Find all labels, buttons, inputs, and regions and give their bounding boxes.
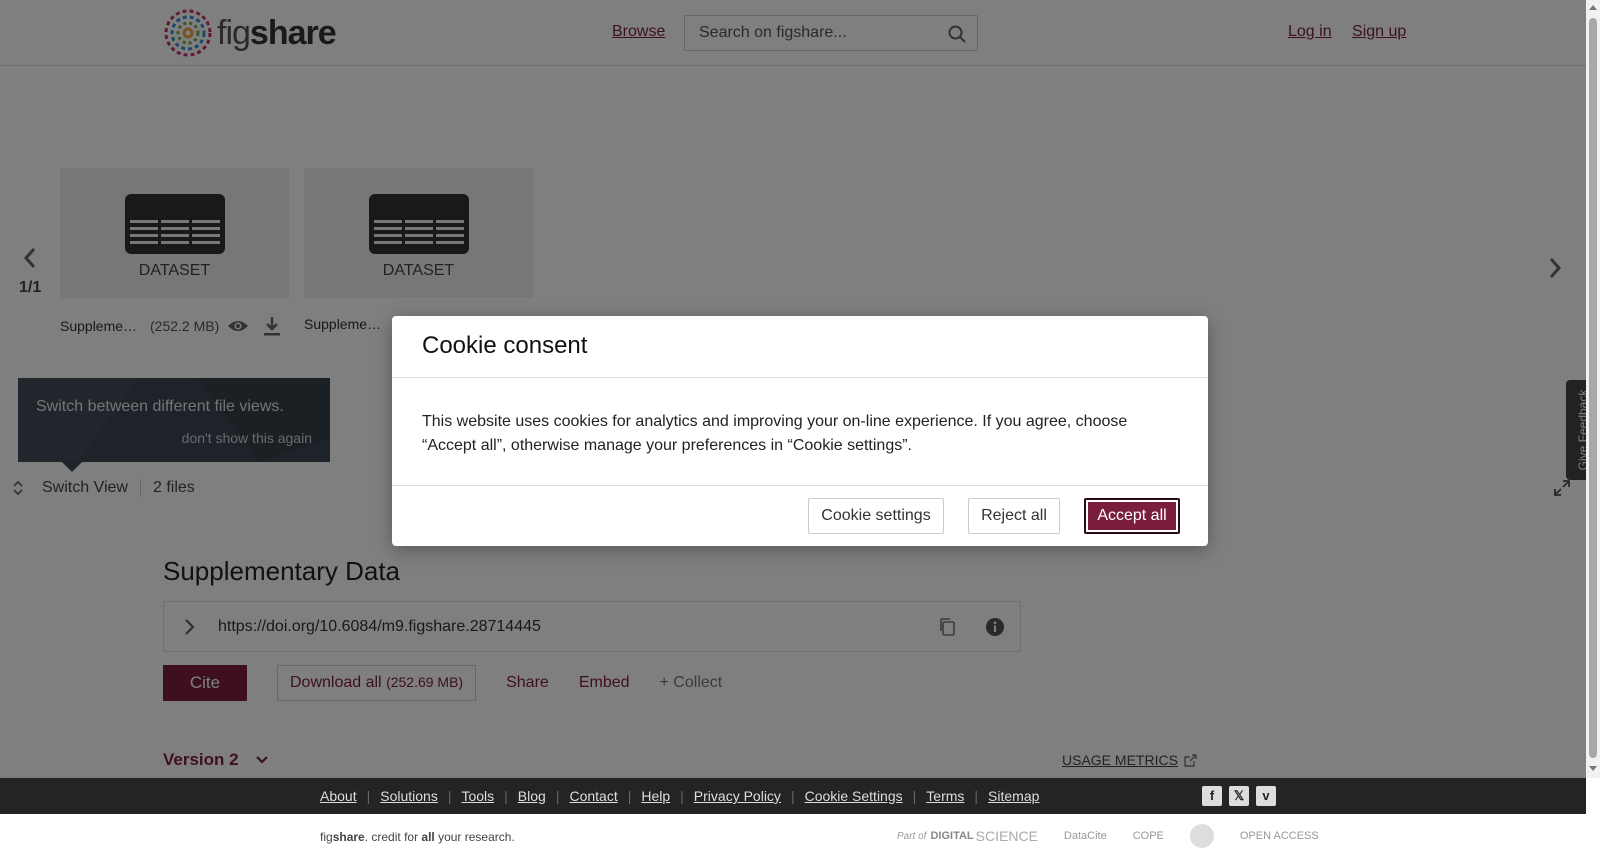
scroll-down-arrow[interactable] xyxy=(1589,766,1597,771)
footer-nav: About | Solutions | Tools | Blog | Contact | … xyxy=(320,788,1040,804)
dialog-title: Cookie consent xyxy=(422,332,588,359)
footer-bottom: figshare. credit for all your research. … xyxy=(0,814,1586,861)
cookie-consent-dialog: Cookie consent This website uses cookies… xyxy=(392,316,1208,546)
reject-all-button[interactable]: Reject all xyxy=(968,498,1060,534)
cookie-settings-button[interactable]: Cookie settings xyxy=(808,498,944,534)
facebook-icon[interactable]: f xyxy=(1202,786,1222,806)
social-links: f 𝕏 v xyxy=(1202,786,1283,806)
datacite-logo[interactable]: DataCite xyxy=(1064,830,1107,842)
footer-link-cookie-settings[interactable]: Cookie Settings xyxy=(805,788,903,804)
dialog-body: This website uses cookies for analytics … xyxy=(392,378,1208,486)
footer-tagline: figshare. credit for all your research. xyxy=(320,830,515,844)
footer-link-sitemap[interactable]: Sitemap xyxy=(988,788,1039,804)
footer-link-tools[interactable]: Tools xyxy=(461,788,494,804)
cope-logo[interactable]: COPE xyxy=(1133,830,1164,842)
footer-link-about[interactable]: About xyxy=(320,788,357,804)
scroll-thumb[interactable] xyxy=(1589,18,1597,758)
footer-link-privacy[interactable]: Privacy Policy xyxy=(694,788,781,804)
open-access-logo[interactable]: OPEN ACCESS xyxy=(1240,830,1319,842)
dialog-footer: Cookie settings Reject all Accept all xyxy=(392,486,1208,546)
scroll-up-arrow[interactable] xyxy=(1589,5,1597,10)
accept-all-button[interactable]: Accept all xyxy=(1084,498,1180,534)
footer-link-blog[interactable]: Blog xyxy=(518,788,546,804)
footer-link-help[interactable]: Help xyxy=(641,788,670,804)
footer-link-terms[interactable]: Terms xyxy=(926,788,964,804)
seal-icon xyxy=(1189,824,1214,848)
footer-link-contact[interactable]: Contact xyxy=(569,788,617,804)
x-twitter-icon[interactable]: 𝕏 xyxy=(1229,786,1249,806)
cookie-message: This website uses cookies for analytics … xyxy=(422,413,1128,454)
digital-science-logo[interactable]: Part of DIGITAL SCIENCE xyxy=(897,828,1038,844)
footer-nav-bar: About | Solutions | Tools | Blog | Contact | … xyxy=(0,778,1586,814)
partner-logos: Part of DIGITAL SCIENCE DataCite COPE OPEN… xyxy=(897,824,1345,848)
footer-link-solutions[interactable]: Solutions xyxy=(380,788,438,804)
dialog-header: Cookie consent xyxy=(392,316,1208,378)
vimeo-icon[interactable]: v xyxy=(1256,786,1276,806)
scrollbar[interactable] xyxy=(1586,0,1600,778)
partner-seal-logo[interactable] xyxy=(1189,824,1214,848)
